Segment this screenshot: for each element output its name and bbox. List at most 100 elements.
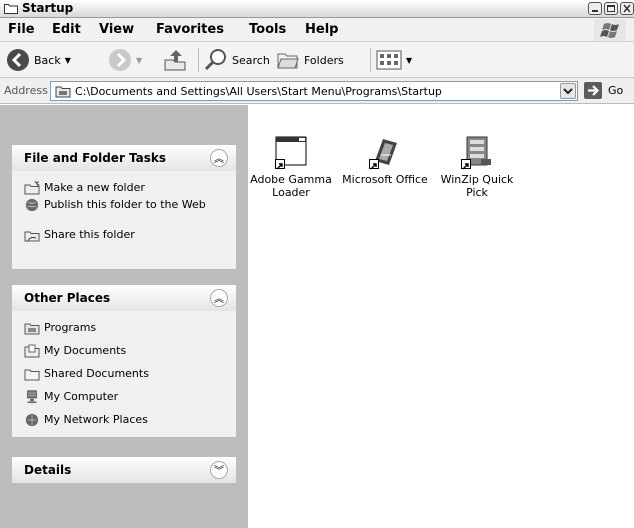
minimize-icon [592,10,598,12]
place-programs[interactable]: Programs [12,321,236,335]
search-button[interactable]: Search [204,46,270,74]
shared-documents-icon [24,369,40,381]
adobe-gamma-icon [275,135,307,170]
share-folder-icon [24,231,40,242]
place-my-documents[interactable]: My Documents [12,344,236,358]
up-folder-button[interactable] [162,46,188,74]
chevron-up-icon: ︽ [214,154,224,165]
winzip-icon [461,135,493,170]
go-arrow-icon [584,82,602,99]
menu-bar: File Edit View Favorites Tools Help [0,18,634,42]
place-my-computer[interactable]: My Computer [12,390,236,404]
file-item[interactable]: Adobe Gamma Loader [248,135,334,199]
folders-icon [277,53,299,69]
other-places-panel: Other Places ︽ Programs My Documents Sha… [12,285,236,437]
forward-arrow-icon [109,49,131,71]
panel-title: Other Places [24,291,111,305]
panel-header[interactable]: Other Places ︽ [12,285,236,311]
folder-icon [55,86,71,98]
views-button[interactable]: ▼ [376,46,412,74]
address-path[interactable]: C:\Documents and Settings\All Users\Star… [75,85,442,98]
folder-icon [4,4,18,14]
search-icon [204,49,226,71]
folders-button[interactable]: Folders [276,46,344,74]
my-computer-icon [27,390,37,404]
toolbar-separator [198,48,199,72]
task-label: Make a new folder [44,181,145,194]
place-my-network-places[interactable]: My Network Places [12,413,236,427]
close-icon [623,4,631,13]
address-dropdown-button[interactable] [560,83,576,99]
windows-logo-icon [594,19,626,41]
task-publish-folder[interactable]: Publish this folder to the Web [12,198,236,224]
toolbar-separator [370,48,371,72]
menu-help[interactable]: Help [305,22,338,37]
panel-title: File and Folder Tasks [24,151,167,165]
back-label: Back [34,53,61,67]
task-pane: File and Folder Tasks ︽ Make a new folde… [0,105,248,528]
file-label: Microsoft Office [342,173,428,186]
menu-favorites[interactable]: Favorites [156,22,224,37]
views-dropdown-icon[interactable]: ▼ [406,56,412,65]
maximize-button[interactable] [604,2,618,15]
file-label: WinZip Quick Pick [440,173,514,199]
panel-header[interactable]: File and Folder Tasks ︽ [12,145,236,171]
window-title: Startup [22,1,74,15]
chevron-down-icon: ︾ [214,466,224,477]
menu-file[interactable]: File [8,22,35,37]
file-item[interactable]: Microsoft Office [342,135,428,186]
address-bar: Address C:\Documents and Settings\All Us… [0,78,634,104]
place-label: My Documents [44,344,127,357]
back-dropdown-icon[interactable]: ▼ [65,56,71,65]
place-label: Shared Documents [44,367,149,380]
up-folder-icon [164,50,186,71]
minimize-button[interactable] [588,2,602,15]
place-label: My Computer [44,390,119,403]
title-bar[interactable]: Startup [0,0,634,18]
shortcut-arrow-icon [369,159,379,170]
microsoft-office-icon [369,135,401,170]
back-arrow-icon [7,49,29,71]
task-label: Publish this folder to the Web [44,198,206,211]
back-button[interactable]: Back ▼ [6,46,71,74]
file-item[interactable]: WinZip Quick Pick [434,135,520,199]
chevron-up-icon: ︽ [214,294,224,305]
place-label: My Network Places [44,413,148,426]
address-label: Address [4,84,48,97]
panel-header[interactable]: Details ︾ [12,457,236,483]
menu-edit[interactable]: Edit [52,22,81,37]
shortcut-arrow-icon [461,159,471,170]
forward-dropdown-icon[interactable]: ▼ [136,56,142,65]
shortcut-arrow-icon [275,159,285,170]
maximize-icon [607,5,615,12]
go-label: Go [608,84,624,97]
search-label: Search [232,53,270,67]
panel-title: Details [24,463,72,477]
task-share-folder[interactable]: Share this folder [12,228,236,242]
collapse-button[interactable]: ︽ [210,149,228,167]
folders-label: Folders [304,53,344,67]
collapse-button[interactable]: ︽ [210,289,228,307]
forward-button[interactable]: ▼ [108,46,142,74]
close-button[interactable] [620,2,634,15]
address-field[interactable]: C:\Documents and Settings\All Users\Star… [50,81,578,101]
network-places-icon [25,413,39,427]
details-panel: Details ︾ [12,457,236,483]
file-folder-tasks-panel: File and Folder Tasks ︽ Make a new folde… [12,145,236,269]
expand-button[interactable]: ︾ [210,461,228,479]
task-label: Share this folder [44,228,135,241]
place-shared-documents[interactable]: Shared Documents [12,367,236,381]
views-icon [376,50,402,70]
file-list[interactable]: Adobe Gamma Loader Microsoft Office WinZ… [248,105,634,528]
menu-tools[interactable]: Tools [249,22,286,37]
menu-view[interactable]: View [99,22,134,37]
chevron-down-icon [563,88,573,95]
file-label: Adobe Gamma Loader [250,173,332,199]
web-publish-icon [25,198,39,212]
go-button[interactable]: Go [584,82,623,99]
standard-toolbar: Back ▼ ▼ Search Folders ▼ [0,42,634,78]
new-folder-icon [24,181,40,195]
place-label: Programs [44,321,97,334]
programs-folder-icon [24,323,40,335]
task-make-new-folder[interactable]: Make a new folder [12,181,236,195]
